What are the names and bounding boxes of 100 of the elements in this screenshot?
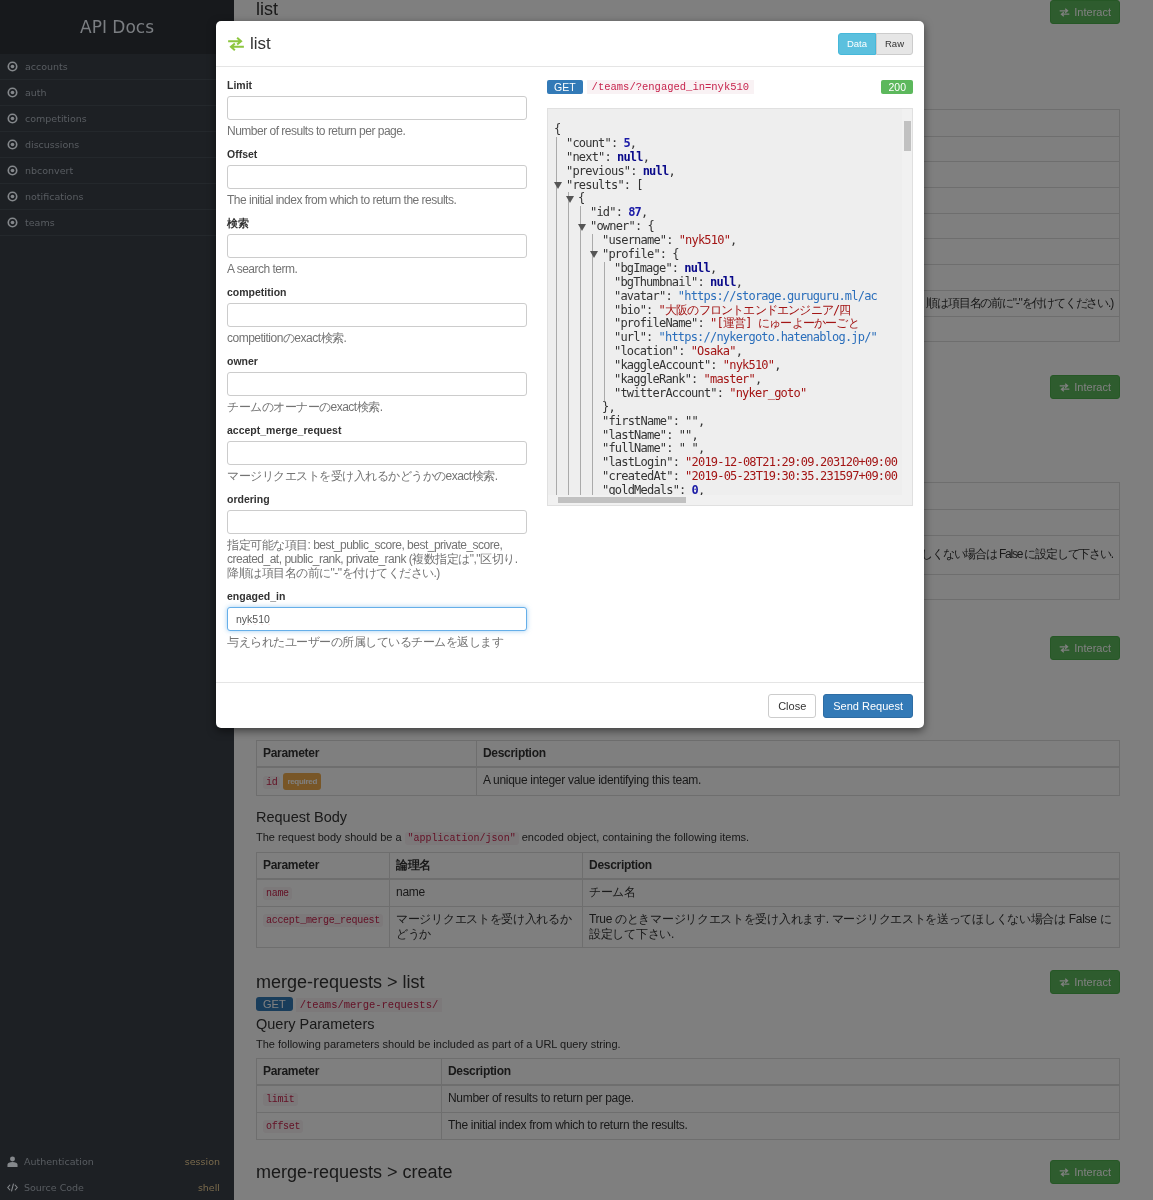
table-cell: True のときマージリクエストを受け入れます. マージリクエストを送ってほしくない場合は False に設定して下さい. [582,906,1120,948]
circle-dot-icon [7,191,18,202]
expand-toggle-icon[interactable] [566,195,574,203]
swap-arrows-icon [1059,382,1071,392]
table-cell: name [389,879,583,907]
input-field[interactable] [227,510,527,534]
field-label: ordering [227,492,271,506]
input-field[interactable]: nyk510 [227,607,527,631]
input-field[interactable] [227,96,527,120]
circle-dot-icon [7,113,18,124]
close-button[interactable]: Close [768,693,817,718]
help-text: マージリクエストを受け入れるかどうかのexact検索. [227,469,499,483]
circle-dot-icon [7,61,18,72]
json-line: "twitterAccount": "nyker_goto" [614,386,807,401]
send-request-button[interactable]: Send Request [823,693,913,718]
sidebar-item[interactable]: nbconvert [7,165,74,176]
help-text: 指定可能な項目: best_public_score, best_private_score, created_at, public_rank, private_rank (複数指定は","区切り. 降順は項目名の前に"-"を付けてください.) [227,538,519,580]
section-title: merge-requests > create [256,1161,453,1183]
sidebar-item[interactable]: auth [7,87,47,98]
input-field[interactable] [227,441,527,465]
sidebar-link[interactable]: Source Code [7,1181,84,1193]
interact-button[interactable]: Interact [1050,970,1120,995]
field-label: engaged_in [227,589,287,603]
view-toggle-button[interactable]: Raw [876,32,913,55]
table-cell: マージリクエストを受け入れるかどうか [389,906,583,948]
app-title: API Docs [80,17,154,37]
json-line: "profileName": "[運営] にゅーよーかーごと [614,317,859,331]
json-line: "kaggleAccount": "nyk510", [614,359,781,373]
json-line: "results": [ [566,178,643,192]
circle-dot-icon [7,87,18,98]
help-text: A search term. [227,262,299,276]
json-line: "lastName": "", [602,428,698,442]
table-cell: チーム名 [582,879,1120,907]
code-icon [7,1181,18,1193]
section-title: merge-requests > list [256,971,425,993]
sidebar-item[interactable]: notifications [7,191,84,202]
table-cell: Number of results to return per page. [441,1085,1120,1113]
field-label: Limit [227,78,254,92]
json-line: "firstName": "", [602,414,705,429]
json-line: "location": "Osaka", [614,345,743,359]
swap-arrows-icon [227,36,245,51]
input-field[interactable] [227,303,527,327]
help-text: The initial index from which to return the results. [227,193,458,207]
json-line: { [554,123,561,137]
field-label: owner [227,354,259,368]
json-line: "kaggleRank": "master", [614,373,762,387]
endpoint-path: /teams/merge-requests/ [295,998,443,1013]
column-header: Parameter [256,1058,442,1086]
help-text: Number of results to return per page. [227,124,407,138]
interact-button[interactable]: Interact [1050,636,1120,661]
expand-toggle-icon[interactable] [554,182,562,189]
column-header: Description [441,1058,1120,1086]
body-description: The request body should be a "application/json" encoded object, containing the following items. [256,830,751,847]
json-line: "avatar": "https://storage.guruguru.ml/ac [614,289,877,304]
expand-toggle-icon[interactable] [590,251,598,259]
sidebar-item[interactable]: discussions [7,139,80,150]
help-text: competitionのexact検索. [227,331,348,345]
input-field[interactable] [227,165,527,189]
dialog-title: list [250,33,272,54]
json-line: { [578,192,585,207]
circle-dot-icon [7,217,18,228]
interact-button[interactable]: Interact [1050,1160,1120,1185]
description-text: しくない場合は False に設定して下さい. [921,546,1113,564]
parameter-name: offset [263,1120,304,1134]
method-badge: GET [256,997,293,1012]
required-badge: required [283,773,321,791]
parameter-name: accept_merge_request [263,914,384,928]
column-header: Parameter [256,852,390,880]
input-field[interactable] [227,372,527,396]
table-cell: A unique integer value identifying this team. [476,767,1120,796]
circle-dot-icon [7,165,18,176]
swap-arrows-icon [1059,977,1071,987]
sidebar-item[interactable]: accounts [7,61,68,72]
json-line: "profile": { [602,248,679,262]
field-label: competition [227,285,288,299]
parameter-name: id [263,776,281,790]
view-toggle-button[interactable]: Data [837,32,876,55]
description-text: 順は項目名の前に"-"を付けてください.) [926,294,1113,312]
json-line: "createdAt": "2019-05-23T19:30:35.231597+09:00 [602,470,898,484]
interact-button[interactable]: Interact [1050,0,1120,24]
sidebar-link[interactable]: Authentication [7,1155,94,1167]
sidebar-item[interactable]: competitions [7,113,87,124]
json-line: }, [602,400,615,415]
request-url: /teams/?engaged_in=nyk510 [586,79,755,94]
help-text: 与えられたユーザーの所属しているチームを返します [227,635,504,649]
setting-value: shell [197,1181,220,1193]
interact-button[interactable]: Interact [1050,375,1120,400]
json-line: "bio": "大阪のフロントエンドエンジニア/四 [614,303,851,317]
expand-toggle-icon[interactable] [578,223,586,231]
user-icon [7,1155,18,1167]
method-badge: GET [547,79,583,94]
json-line: "id": 87, [590,206,648,221]
parameter-name: limit [263,1093,298,1107]
swap-arrows-icon [1059,643,1071,653]
input-field[interactable] [227,234,527,258]
sidebar-item[interactable]: teams [7,217,55,228]
json-line: "bgImage": null, [614,261,717,276]
table-cell: The initial index from which to return the results. [441,1112,1120,1140]
json-line: "fullName": " ", [602,442,705,456]
column-header: Description [476,740,1120,768]
